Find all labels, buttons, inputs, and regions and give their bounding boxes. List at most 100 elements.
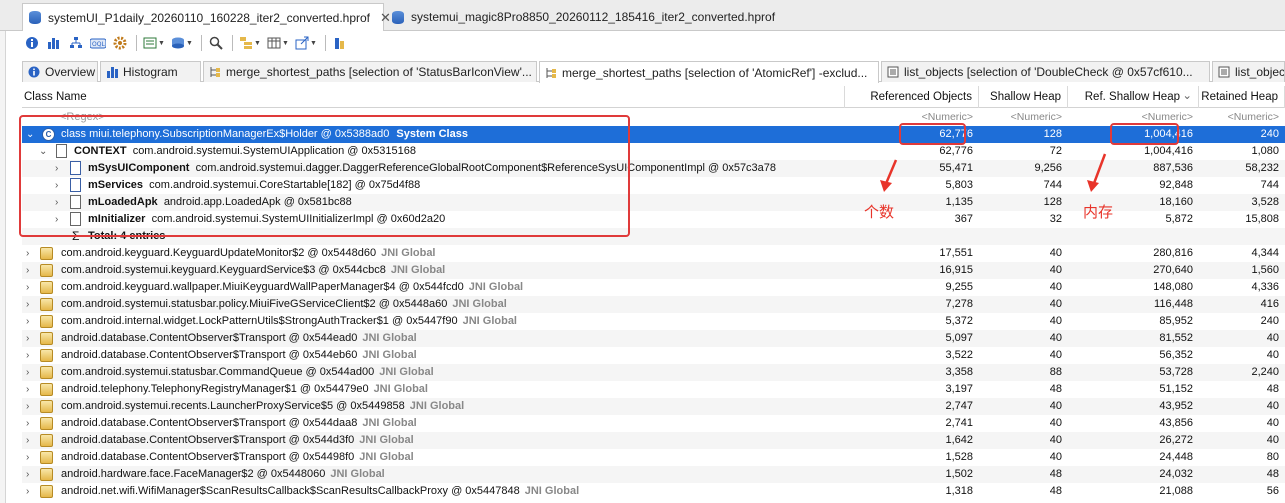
referenced-objects-value: 2,747 [945, 400, 973, 412]
object-icon [40, 417, 53, 430]
class-name-cell: › android.database.ContentObserver$Transp… [22, 415, 845, 432]
calculate-retained-size-icon[interactable] [330, 33, 350, 53]
chevron-right-icon[interactable]: › [26, 381, 29, 398]
numeric-filter[interactable]: <Numeric> [1199, 109, 1285, 126]
chevron-right-icon[interactable]: › [26, 449, 29, 466]
tab-list-objects-doublecheck[interactable]: list_objects [selection of 'DoubleCheck … [881, 61, 1210, 82]
chevron-right-icon[interactable]: › [26, 296, 29, 313]
retained-heap-value: 240 [1260, 315, 1279, 327]
tab-list-objects-overflow[interactable]: list_objects [s [1212, 61, 1285, 82]
search-icon[interactable] [206, 33, 226, 53]
object-icon [40, 264, 53, 277]
class-name-cell: › android.database.ContentObserver$Transp… [22, 432, 845, 449]
heap-dump-icon [392, 10, 404, 24]
shallow-heap-value: 48 [1049, 485, 1062, 497]
export-icon[interactable]: ▼ [293, 33, 319, 53]
class-name-cell: › com.android.keyguard.KeyguardUpdateMoni… [22, 245, 845, 262]
class-name-cell: › com.android.systemui.statusbar.CommandQ… [22, 364, 845, 381]
chevron-right-icon[interactable]: › [26, 364, 29, 381]
shallow-heap-value: 40 [1049, 281, 1062, 293]
table-row[interactable]: › com.android.keyguard.wallpaper.MiuiKeyg… [22, 279, 1285, 296]
table-row[interactable]: › com.android.systemui.recents.LauncherPr… [22, 398, 1285, 415]
tab-label: list_objects [selection of 'DoubleCheck … [904, 65, 1193, 79]
ref-shallow-heap-value: 270,640 [1153, 264, 1193, 276]
chevron-right-icon[interactable]: › [26, 279, 29, 296]
table-row[interactable]: › android.database.ContentObserver$Transp… [22, 449, 1285, 466]
ref-shallow-heap-value: 24,032 [1159, 468, 1193, 480]
column-header-referenced-objects[interactable]: Referenced Objects [845, 86, 979, 108]
dominator-tree-icon[interactable] [66, 33, 86, 53]
histogram-icon[interactable] [44, 33, 64, 53]
referenced-objects-value: 9,255 [945, 281, 973, 293]
query-browser-icon[interactable]: ▼ [169, 33, 195, 53]
chevron-right-icon[interactable]: › [26, 330, 29, 347]
chevron-right-icon[interactable]: › [26, 347, 29, 364]
referenced-objects-value: 3,197 [945, 383, 973, 395]
retained-heap-value: 416 [1260, 298, 1279, 310]
table-row[interactable]: › android.net.wifi.WifiManager$ScanResult… [22, 483, 1285, 500]
oql-icon[interactable]: OQL [88, 33, 108, 53]
table-row[interactable]: › android.database.ContentObserver$Transp… [22, 330, 1285, 347]
table-row[interactable]: › android.database.ContentObserver$Transp… [22, 432, 1285, 449]
annotation-memory-label: 内存 [1083, 203, 1114, 221]
referenced-objects-value: 17,551 [939, 247, 973, 259]
table-row[interactable]: › android.telephony.TelephonyRegistryMana… [22, 381, 1285, 398]
columns-icon[interactable]: ▼ [265, 33, 291, 53]
referenced-objects-value: 2,741 [945, 417, 973, 429]
annotation-arrow-icon [1087, 153, 1107, 192]
jni-global-tag: JNI Global [462, 315, 517, 327]
table-row[interactable]: › android.hardware.face.FaceManager$2 @ 0… [22, 466, 1285, 483]
table-row[interactable]: › com.android.systemui.statusbar.policy.M… [22, 296, 1285, 313]
table-row[interactable]: › com.android.internal.widget.LockPattern… [22, 313, 1285, 330]
chevron-right-icon[interactable]: › [26, 313, 29, 330]
tab-merge-shortest-paths-atomicref[interactable]: merge_shortest_paths [selection of 'Atom… [539, 61, 879, 83]
ref-shallow-heap-value: 116,448 [1154, 298, 1193, 310]
tab-label: merge_shortest_paths [selection of 'Atom… [562, 65, 868, 80]
shallow-heap-value: 48 [1049, 383, 1062, 395]
jni-global-tag: JNI Global [362, 332, 417, 344]
chevron-right-icon[interactable]: › [26, 483, 29, 500]
group-by-icon[interactable]: ▼ [237, 33, 263, 53]
object-icon [40, 332, 53, 345]
editor-tab-label: systemUI_P1daily_20260110_160228_iter2_c… [48, 10, 371, 25]
editor-tab-systemui-p1-hprof[interactable]: systemUI_P1daily_20260110_160228_iter2_c… [22, 3, 391, 31]
ref-shallow-heap-value: 148,080 [1153, 281, 1193, 293]
class-name-cell: › android.telephony.TelephonyRegistryMana… [22, 381, 845, 398]
editor-tab-magic8pro-hprof[interactable]: systemui_magic8Pro8850_20260112_185416_i… [386, 3, 786, 31]
column-header-ref-shallow-heap[interactable]: Ref. Shallow Heap ⌄ [1068, 86, 1199, 108]
table-row[interactable]: › com.android.keyguard.KeyguardUpdateMoni… [22, 245, 1285, 262]
column-header-shallow-heap[interactable]: Shallow Heap [979, 86, 1068, 108]
object-icon [40, 298, 53, 311]
column-header-retained-heap[interactable]: Retained Heap [1199, 86, 1285, 108]
tab-histogram[interactable]: Histogram [100, 61, 201, 82]
object-name: com.android.systemui.statusbar.CommandQu… [61, 366, 375, 378]
retained-heap-value: 40 [1266, 400, 1279, 412]
list-icon [1218, 66, 1230, 78]
editor-tab-bar: systemUI_P1daily_20260110_160228_iter2_c… [0, 0, 1285, 31]
table-row[interactable]: › com.android.systemui.statusbar.CommandQ… [22, 364, 1285, 381]
left-panel-edge [0, 31, 6, 503]
tree-icon [210, 67, 220, 77]
object-label: android.hardware.face.FaceManager$2 @ 0x… [61, 466, 385, 483]
jni-global-tag: JNI Global [381, 247, 436, 259]
tab-label: list_objects [s [1235, 65, 1285, 79]
column-header-class-name[interactable]: Class Name [22, 86, 845, 108]
chevron-right-icon[interactable]: › [26, 415, 29, 432]
chevron-right-icon[interactable]: › [26, 466, 29, 483]
table-row[interactable]: › android.database.ContentObserver$Transp… [22, 415, 1285, 432]
table-row[interactable]: › com.android.systemui.keyguard.KeyguardS… [22, 262, 1285, 279]
table-row[interactable]: › android.database.ContentObserver$Transp… [22, 347, 1285, 364]
info-icon[interactable] [22, 33, 42, 53]
chevron-right-icon[interactable]: › [26, 398, 29, 415]
object-label: android.database.ContentObserver$Transpo… [61, 449, 414, 466]
tab-merge-shortest-paths-statusbariconview[interactable]: merge_shortest_paths [selection of 'Stat… [203, 61, 537, 82]
numeric-filter[interactable]: <Numeric> [979, 109, 1068, 126]
chevron-right-icon[interactable]: › [26, 262, 29, 279]
gear-icon[interactable] [110, 33, 130, 53]
object-name: android.database.ContentObserver$Transpo… [61, 349, 358, 361]
object-icon [40, 247, 53, 260]
chevron-right-icon[interactable]: › [26, 245, 29, 262]
chevron-right-icon[interactable]: › [26, 432, 29, 449]
open-report-icon[interactable]: ▼ [141, 33, 167, 53]
tab-overview[interactable]: Overview [22, 61, 98, 82]
